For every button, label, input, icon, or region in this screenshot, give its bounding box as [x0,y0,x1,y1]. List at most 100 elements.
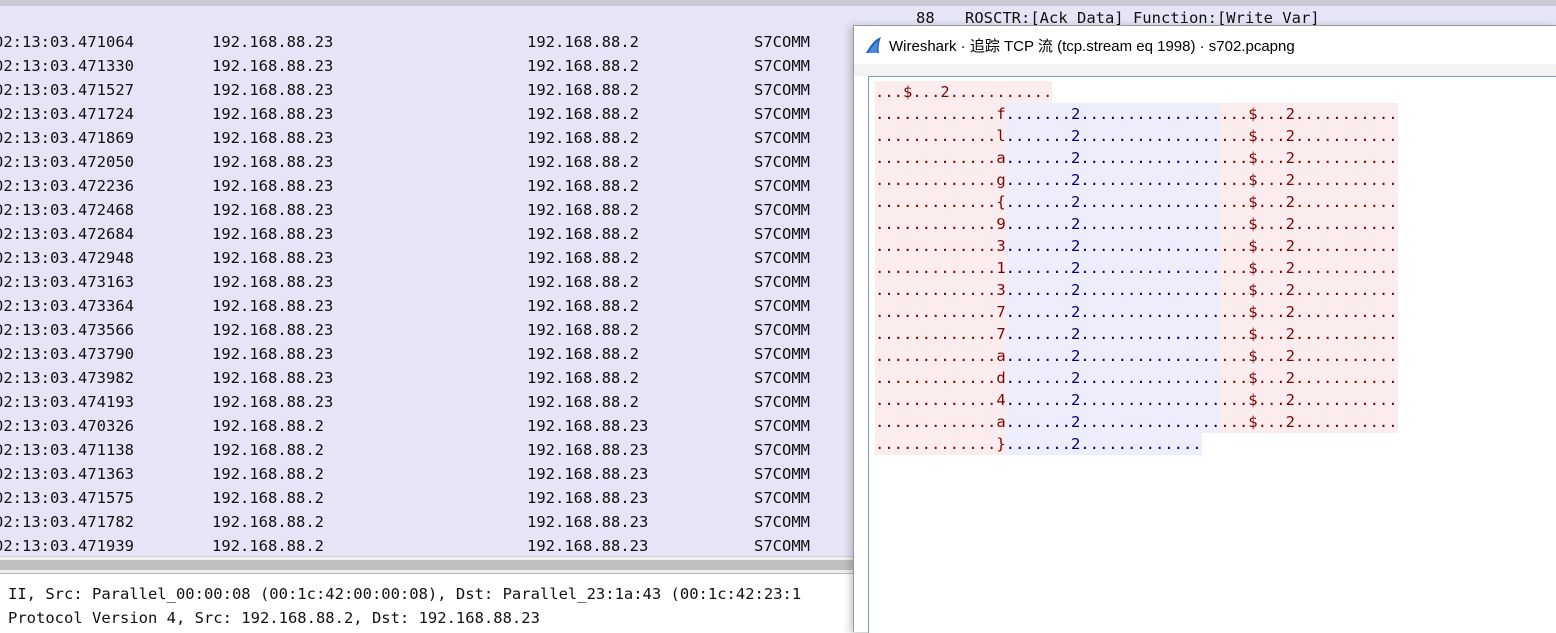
packet-source: 192.168.88.2 [212,441,324,459]
server-segment: .......2............... [1005,213,1221,235]
packet-protocol: S7COMM [754,129,810,147]
packet-destination: 192.168.88.2 [527,249,639,267]
packet-time: 02:13:03.473163 [0,273,134,291]
follow-tcp-stream-window[interactable]: Wireshark · 追踪 TCP 流 (tcp.stream eq 1998… [853,25,1556,633]
client-segment: ...$...2........... [1220,389,1398,411]
server-segment: .......2............... [1005,125,1221,147]
packet-protocol: S7COMM [754,201,810,219]
packet-time: 02:13:03.472684 [0,225,134,243]
client-segment: ...$...2........... [1220,301,1398,323]
client-segment: .............l [875,125,1006,147]
stream-line: .............7.......2..................… [875,301,1398,323]
server-segment: .......2............... [1005,235,1221,257]
stream-line: .............a.......2..................… [875,147,1398,169]
packet-list-hscrollbar[interactable] [0,556,856,573]
packet-source: 192.168.88.2 [212,465,324,483]
client-segment: .............9 [875,213,1006,235]
packet-destination: 192.168.88.2 [527,105,639,123]
stream-line: ...$...2........... [875,81,1053,103]
packet-time: 02:13:03.471869 [0,129,134,147]
packet-protocol: S7COMM [754,489,810,507]
packet-protocol: S7COMM [754,465,810,483]
client-segment: .............f [875,103,1006,125]
client-segment: ...$...2........... [1220,279,1398,301]
client-segment: .............g [875,169,1006,191]
packet-protocol: S7COMM [754,177,810,195]
client-segment: ...$...2........... [1220,103,1398,125]
packet-destination: 192.168.88.23 [527,537,649,555]
packet-source: 192.168.88.23 [212,297,334,315]
client-segment: .............} [875,433,1006,455]
packet-details-pane[interactable]: II, Src: Parallel_00:00:08 (00:1c:42:00:… [0,573,856,632]
packet-time: 02:13:03.470326 [0,417,134,435]
stream-line: .............7.......2..................… [875,323,1398,345]
packet-destination: 192.168.88.2 [527,33,639,51]
packet-destination: 192.168.88.2 [527,153,639,171]
packet-destination: 192.168.88.2 [527,225,639,243]
server-segment: .......2............... [1005,345,1221,367]
packet-destination: 192.168.88.23 [527,465,649,483]
client-segment: .............4 [875,389,1006,411]
details-ethernet-line[interactable]: II, Src: Parallel_00:00:08 (00:1c:42:00:… [8,582,801,606]
packet-source: 192.168.88.2 [212,417,324,435]
stream-line: .............a.......2..................… [875,345,1398,367]
packet-destination: 192.168.88.23 [527,417,649,435]
packet-destination: 192.168.88.2 [527,369,639,387]
stream-line: .............4.......2..................… [875,389,1398,411]
packet-protocol: S7COMM [754,105,810,123]
packet-destination: 192.168.88.2 [527,177,639,195]
client-segment: ...$...2........... [1220,257,1398,279]
packet-time: 02:13:03.472468 [0,201,134,219]
client-segment: .............a [875,411,1006,433]
packet-time: 02:13:03.473790 [0,345,134,363]
client-segment: ...$...2........... [1220,213,1398,235]
client-segment: ...$...2........... [1220,169,1398,191]
packet-source: 192.168.88.23 [212,201,334,219]
scrollbar-thumb[interactable] [0,560,854,570]
packet-source: 192.168.88.2 [212,489,324,507]
stream-line: .............9.......2..................… [875,213,1398,235]
server-segment: .......2............... [1005,147,1221,169]
packet-protocol: S7COMM [754,393,810,411]
client-segment: ...$...2........... [1220,191,1398,213]
packet-destination: 192.168.88.23 [527,441,649,459]
packet-source: 192.168.88.23 [212,177,334,195]
server-segment: .......2............... [1005,323,1221,345]
server-segment: .......2............... [1005,367,1221,389]
stream-content-textarea[interactable]: ...$...2........... .............f.......… [868,76,1556,633]
packet-source: 192.168.88.23 [212,225,334,243]
packet-destination: 192.168.88.2 [527,345,639,363]
packet-destination: 192.168.88.2 [527,57,639,75]
packet-protocol: S7COMM [754,225,810,243]
packet-time: 02:13:03.473364 [0,297,134,315]
packet-protocol: S7COMM [754,297,810,315]
server-segment: .......2............... [1005,389,1221,411]
stream-line: .............1.......2..................… [875,257,1398,279]
packet-source: 192.168.88.23 [212,33,334,51]
packet-protocol: S7COMM [754,57,810,75]
details-ip-line[interactable]: Protocol Version 4, Src: 192.168.88.2, D… [8,606,540,630]
packet-destination: 192.168.88.2 [527,81,639,99]
packet-source: 192.168.88.2 [212,537,324,555]
stream-line: .............a.......2..................… [875,411,1398,433]
client-segment: .............a [875,345,1006,367]
client-segment: ...$...2........... [1220,125,1398,147]
packet-destination: 192.168.88.23 [527,489,649,507]
client-segment: ...$...2........... [1220,367,1398,389]
packet-destination: 192.168.88.2 [527,273,639,291]
packet-protocol: S7COMM [754,249,810,267]
packet-protocol: S7COMM [754,153,810,171]
packet-protocol: S7COMM [754,417,810,435]
window-titlebar[interactable]: Wireshark · 追踪 TCP 流 (tcp.stream eq 1998… [854,26,1556,64]
client-segment: .............a [875,147,1006,169]
packet-source: 192.168.88.23 [212,129,334,147]
stream-line: .............3.......2..................… [875,279,1398,301]
client-segment: .............d [875,367,1006,389]
packet-source: 192.168.88.23 [212,393,334,411]
packet-source: 192.168.88.23 [212,321,334,339]
packet-protocol: S7COMM [754,273,810,291]
packet-time: 02:13:03.472236 [0,177,134,195]
server-segment: .......2............... [1005,257,1221,279]
server-segment: .......2............... [1005,191,1221,213]
packet-time: 02:13:03.474193 [0,393,134,411]
